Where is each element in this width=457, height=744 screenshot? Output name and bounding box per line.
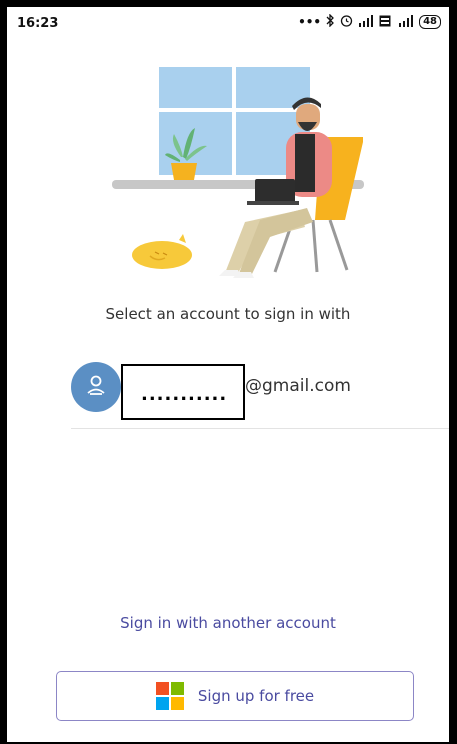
hero-illustration <box>95 62 365 292</box>
4g-signal-icon <box>396 14 414 30</box>
select-account-prompt: Select an account to sign in with <box>105 305 351 323</box>
account-email-domain: @gmail.com <box>245 376 351 396</box>
user-icon <box>84 373 108 401</box>
phone-screen: 16:23 ••• 48 Select an account to sign i… <box>5 5 451 744</box>
sign-up-label: Sign up for free <box>197 687 315 705</box>
redacted-username: ........... <box>141 384 228 405</box>
status-icons: ••• 48 <box>298 13 441 30</box>
bluetooth-icon <box>326 13 335 30</box>
microsoft-logo-yellow-square <box>170 697 184 710</box>
cat-illustration <box>132 234 192 269</box>
microsoft-logo-red-square <box>155 682 169 695</box>
microsoft-logo-blue-square <box>155 697 169 710</box>
sign-in-another-account-link[interactable]: Sign in with another account <box>7 614 449 632</box>
alarm-icon <box>340 14 353 30</box>
status-time: 16:23 <box>17 16 59 31</box>
battery-icon: 48 <box>419 15 441 29</box>
signal-icon <box>358 14 374 30</box>
redacted-username-box: ........... <box>121 364 245 420</box>
microsoft-logo-green-square <box>170 682 184 695</box>
sign-up-button[interactable]: Sign up for free <box>56 671 414 721</box>
status-bar: 16:23 ••• 48 <box>7 7 449 41</box>
microsoft-logo-icon <box>155 682 184 710</box>
avatar <box>71 362 121 412</box>
volte-icon <box>379 15 391 30</box>
account-item[interactable]: ........... @gmail.com <box>71 362 449 429</box>
more-dots-icon: ••• <box>298 15 322 29</box>
